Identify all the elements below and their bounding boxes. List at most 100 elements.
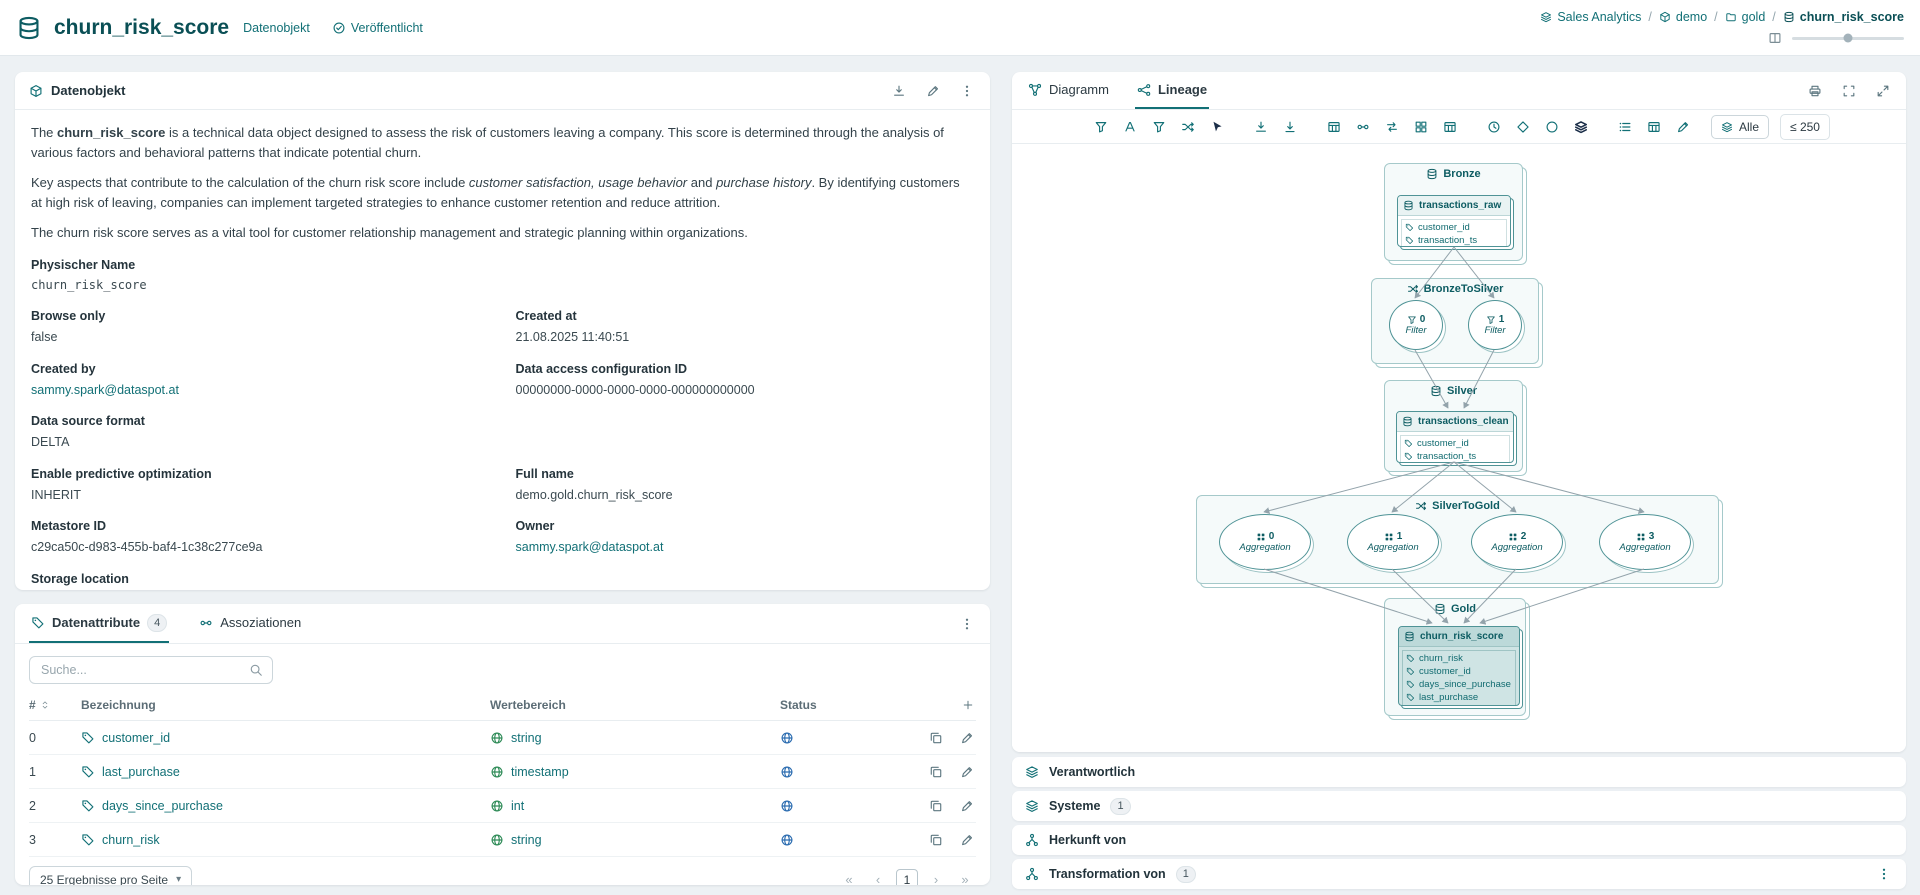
breadcrumb-demo[interactable]: demo — [1659, 10, 1707, 24]
lineage-group-gold[interactable]: Gold churn_risk_score churn_risk custome… — [1384, 598, 1526, 716]
tab-diagramm[interactable]: Diagramm — [1026, 72, 1111, 109]
attribute-range-link[interactable]: int — [490, 799, 780, 813]
lineage-group-silver-to-gold[interactable]: SilverToGold 0 Aggregation 1 Aggregation… — [1196, 495, 1719, 584]
history-icon[interactable] — [1481, 115, 1507, 138]
globe-icon[interactable] — [780, 765, 794, 779]
node-field[interactable]: churn_risk — [1406, 652, 1512, 665]
print-button[interactable] — [1806, 82, 1824, 100]
attribute-name-link[interactable]: churn_risk — [81, 833, 490, 847]
more-menu-button[interactable] — [958, 82, 976, 100]
lineage-group-bronze[interactable]: Bronze transactions_raw customer_id tran… — [1384, 163, 1523, 261]
breadcrumb-sales-analytics[interactable]: Sales Analytics — [1540, 10, 1641, 24]
lineage-op-filter-0[interactable]: 0 Filter — [1389, 300, 1443, 350]
copy-attribute-button[interactable] — [927, 763, 945, 781]
lineage-op-aggregation-0[interactable]: 0 Aggregation — [1219, 514, 1311, 570]
lineage-node-transactions-clean[interactable]: transactions_clean customer_id transacti… — [1396, 411, 1514, 463]
node-field[interactable]: last_purchase — [1406, 691, 1512, 704]
sort-icon[interactable] — [40, 700, 50, 710]
table-row[interactable]: 1 last_purchase timestamp — [29, 755, 976, 789]
section-transformation-von[interactable]: Transformation von 1 — [1012, 859, 1906, 889]
lineage-op-filter-1[interactable]: 1 Filter — [1468, 300, 1522, 350]
attributes-more-menu-button[interactable] — [958, 615, 976, 633]
last-page-button[interactable]: » — [954, 869, 976, 885]
pointer-tool-icon[interactable] — [1204, 115, 1230, 138]
edit-attribute-button[interactable] — [958, 729, 976, 747]
lineage-node-transactions-raw[interactable]: transactions_raw customer_id transaction… — [1397, 195, 1511, 247]
diamond-icon[interactable] — [1510, 115, 1536, 138]
shuffle-icon[interactable] — [1175, 115, 1201, 138]
table-view-icon[interactable] — [1321, 115, 1347, 138]
zoom-slider-handle[interactable] — [1843, 33, 1853, 43]
lineage-group-silver[interactable]: Silver transactions_clean customer_id tr… — [1384, 380, 1523, 472]
lineage-node-churn-risk-score[interactable]: churn_risk_score churn_risk customer_id … — [1398, 626, 1520, 706]
link-icon[interactable] — [1350, 115, 1376, 138]
node-field[interactable]: customer_id — [1405, 221, 1503, 234]
first-page-button[interactable]: « — [838, 869, 860, 885]
edit-attribute-button[interactable] — [958, 763, 976, 781]
add-attribute-button[interactable] — [960, 697, 976, 713]
attribute-name-link[interactable]: days_since_purchase — [81, 799, 490, 813]
zoom-slider[interactable] — [1792, 33, 1904, 43]
funnel-filter-icon[interactable] — [1146, 115, 1172, 138]
prev-page-button[interactable]: ‹ — [867, 869, 889, 885]
breadcrumb-gold[interactable]: gold — [1725, 10, 1765, 24]
list-view-icon[interactable] — [1612, 115, 1638, 138]
matrix-view-icon[interactable] — [1437, 115, 1463, 138]
tab-assoziationen[interactable]: Assoziationen — [197, 604, 303, 643]
lineage-canvas[interactable]: Bronze transactions_raw customer_id tran… — [1012, 144, 1906, 752]
circle-icon[interactable] — [1539, 115, 1565, 138]
section-systeme[interactable]: Systeme 1 — [1012, 791, 1906, 821]
column-header-index[interactable]: # — [29, 698, 81, 712]
attribute-range-link[interactable]: string — [490, 833, 780, 847]
page-size-dropdown[interactable]: 25 Ergebnisse pro Seite ▾ — [29, 866, 193, 885]
node-field[interactable]: customer_id — [1404, 437, 1506, 450]
text-filter-icon[interactable] — [1117, 115, 1143, 138]
owner-link[interactable]: sammy.spark@dataspot.at — [516, 538, 975, 557]
attribute-range-link[interactable]: string — [490, 731, 780, 745]
next-page-button[interactable]: › — [925, 869, 947, 885]
copy-attribute-button[interactable] — [927, 831, 945, 849]
lineage-group-bronze-to-silver[interactable]: BronzeToSilver 0 Filter 1 Filter — [1371, 278, 1539, 364]
node-field[interactable]: transaction_ts — [1404, 450, 1506, 462]
node-field[interactable]: transaction_ts — [1405, 234, 1503, 246]
lineage-op-aggregation-2[interactable]: 2 Aggregation — [1471, 514, 1563, 570]
edit-attribute-button[interactable] — [958, 797, 976, 815]
attribute-range-link[interactable]: timestamp — [490, 765, 780, 779]
section-verantwortlich[interactable]: Verantwortlich — [1012, 757, 1906, 787]
download-button[interactable] — [890, 82, 908, 100]
node-field[interactable]: customer_id — [1406, 665, 1512, 678]
section-herkunft-von[interactable]: Herkunft von — [1012, 825, 1906, 855]
detail-view-icon[interactable] — [1641, 115, 1667, 138]
export-icon[interactable] — [1248, 115, 1274, 138]
node-field[interactable]: days_since_purchase — [1406, 678, 1512, 691]
edit-attribute-button[interactable] — [958, 831, 976, 849]
created-by-link[interactable]: sammy.spark@dataspot.at — [31, 381, 490, 400]
attribute-name-link[interactable]: last_purchase — [81, 765, 490, 779]
fullscreen-button[interactable] — [1874, 82, 1892, 100]
globe-icon[interactable] — [780, 799, 794, 813]
lineage-op-aggregation-1[interactable]: 1 Aggregation — [1347, 514, 1439, 570]
section-more-menu-button[interactable] — [1875, 865, 1893, 883]
grid-view-icon[interactable] — [1408, 115, 1434, 138]
scope-filter-button[interactable]: Alle — [1711, 114, 1770, 139]
lineage-op-aggregation-3[interactable]: 3 Aggregation — [1599, 514, 1691, 570]
filter-icon[interactable] — [1088, 115, 1114, 138]
copy-attribute-button[interactable] — [927, 797, 945, 815]
table-row[interactable]: 3 churn_risk string — [29, 823, 976, 857]
table-row[interactable]: 2 days_since_purchase int — [29, 789, 976, 823]
swap-icon[interactable] — [1379, 115, 1405, 138]
globe-icon[interactable] — [780, 731, 794, 745]
globe-icon[interactable] — [780, 833, 794, 847]
fit-view-button[interactable] — [1840, 82, 1858, 100]
breadcrumb-churn-risk-score[interactable]: churn_risk_score — [1783, 10, 1904, 24]
edit-button[interactable] — [924, 82, 942, 100]
tab-datenattribute[interactable]: Datenattribute 4 — [29, 604, 170, 643]
layers-icon[interactable] — [1568, 115, 1594, 138]
copy-attribute-button[interactable] — [927, 729, 945, 747]
attribute-name-link[interactable]: customer_id — [81, 731, 490, 745]
tab-lineage[interactable]: Lineage — [1134, 72, 1210, 109]
columns-icon[interactable] — [1768, 31, 1782, 45]
current-page-button[interactable]: 1 — [896, 868, 918, 885]
table-row[interactable]: 0 customer_id string — [29, 721, 976, 755]
edit-icon[interactable] — [1670, 115, 1696, 138]
